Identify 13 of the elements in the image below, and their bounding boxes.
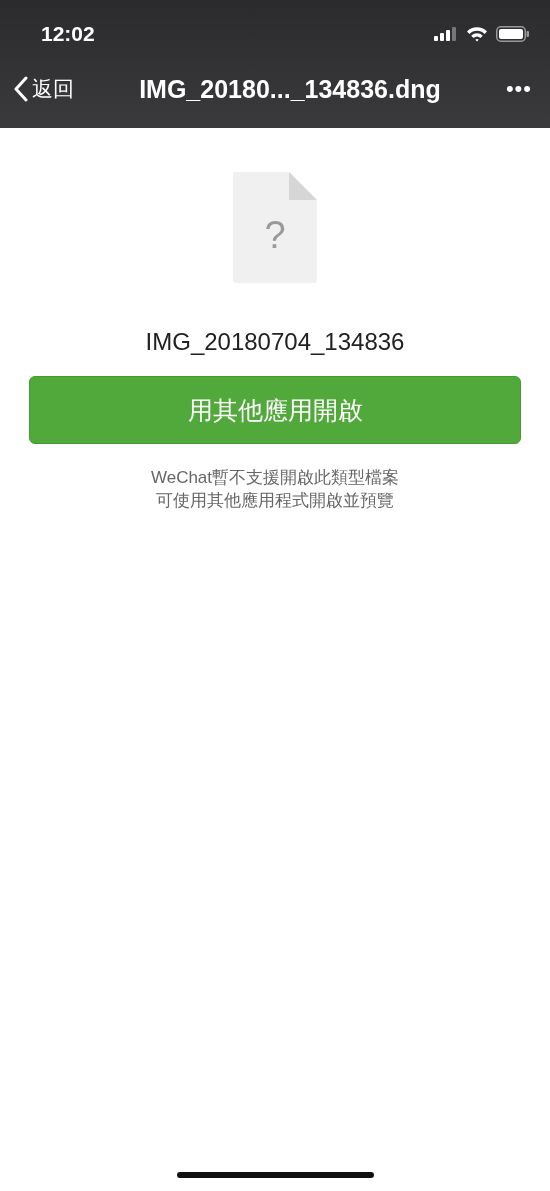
window-title: IMG_20180..._134836.dng [139,74,441,104]
unknown-file-icon: ? [233,172,317,284]
back-label: 返回 [32,76,74,102]
chevron-left-icon [14,76,28,102]
signal-icon [434,27,458,41]
battery-icon [496,26,530,42]
hint-text: WeChat暫不支援開啟此類型檔案 [150,467,400,489]
wifi-icon [466,26,488,42]
status-time: 12:02 [41,22,95,46]
hint-text: 可使用其他應用程式開啟並預覽 [156,490,394,512]
file-name: IMG_20180704_134836 [145,328,405,356]
more-button[interactable]: ••• [505,76,532,102]
back-button[interactable]: 返回 [14,75,74,103]
